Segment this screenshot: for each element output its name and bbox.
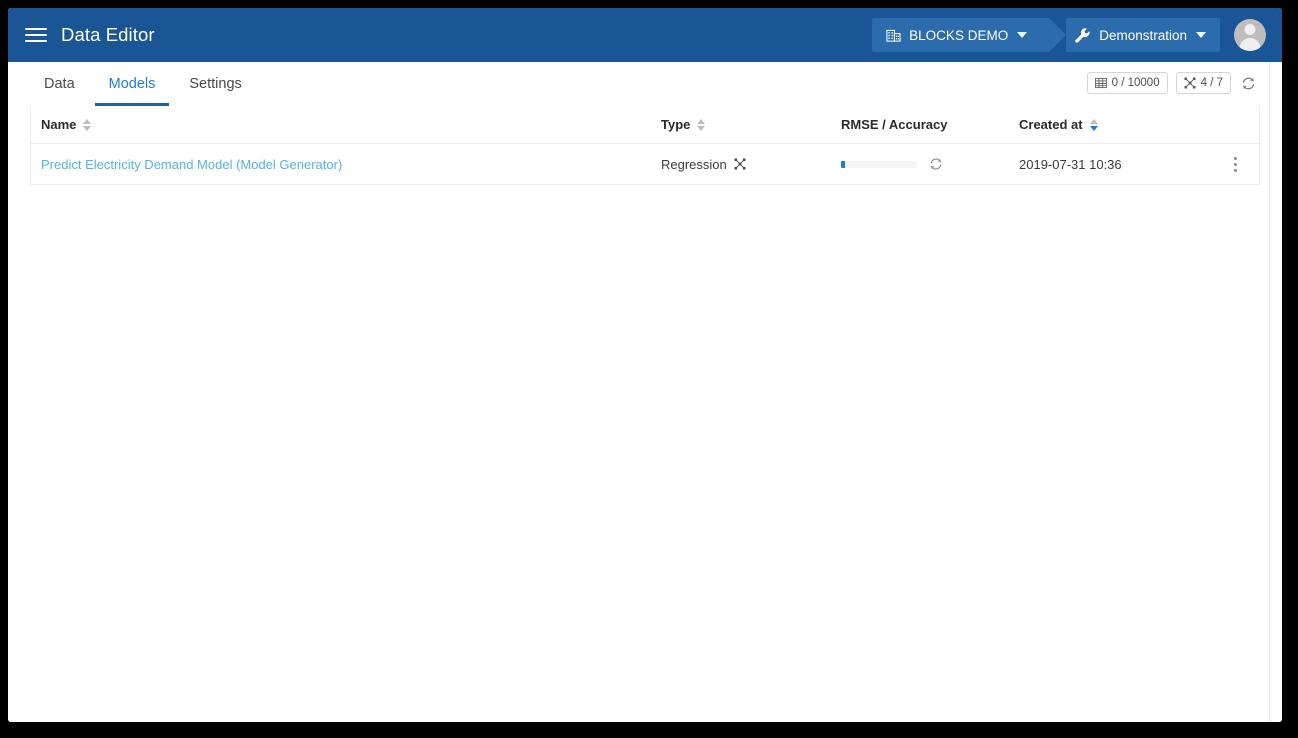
cell-rmse-accuracy bbox=[841, 157, 1019, 171]
kebab-dot bbox=[1233, 156, 1237, 160]
cell-name: Predict Electricity Demand Model (Model … bbox=[41, 157, 661, 172]
sort-icon-active-desc[interactable] bbox=[1089, 118, 1098, 131]
tab-data[interactable]: Data bbox=[30, 76, 89, 106]
app-header-bar: Data Editor BLOCKS DEMO Demonstration bbox=[8, 8, 1282, 62]
table-grid-icon bbox=[1094, 77, 1107, 89]
cell-actions bbox=[1219, 153, 1249, 175]
column-header-created-at[interactable]: Created at bbox=[1019, 117, 1219, 132]
breadcrumb-environment-selector[interactable]: Demonstration bbox=[1066, 18, 1220, 52]
column-header-created-at-label: Created at bbox=[1019, 117, 1083, 132]
column-header-name-label: Name bbox=[41, 117, 77, 132]
progress-bar-fill bbox=[841, 160, 845, 168]
progress-bar-track bbox=[841, 160, 917, 168]
column-header-type[interactable]: Type bbox=[661, 117, 841, 132]
breadcrumb: BLOCKS DEMO Demonstration bbox=[872, 18, 1220, 52]
column-header-rmse-accuracy-label: RMSE / Accuracy bbox=[841, 117, 948, 132]
sort-desc-arrow bbox=[1089, 125, 1098, 131]
column-header-rmse-accuracy: RMSE / Accuracy bbox=[841, 117, 1019, 132]
sort-icon[interactable] bbox=[83, 118, 92, 131]
application-window: Data Editor BLOCKS DEMO Demonstration Da… bbox=[8, 8, 1282, 722]
hamburger-line bbox=[25, 40, 47, 42]
model-name-link[interactable]: Predict Electricity Demand Model (Model … bbox=[41, 157, 342, 172]
cell-created-at: 2019-07-31 10:36 bbox=[1019, 156, 1122, 172]
breadcrumb-environment-label: Demonstration bbox=[1099, 27, 1187, 43]
kebab-dot bbox=[1233, 168, 1237, 172]
breadcrumb-project-selector[interactable]: BLOCKS DEMO bbox=[872, 18, 1067, 52]
refresh-icon[interactable] bbox=[929, 157, 943, 171]
content-right-divider bbox=[1269, 62, 1270, 722]
sort-desc-arrow bbox=[83, 125, 92, 131]
refresh-icon[interactable] bbox=[1241, 76, 1256, 91]
model-nodes-icon bbox=[734, 158, 746, 170]
column-header-name[interactable]: Name bbox=[41, 117, 661, 132]
tab-settings[interactable]: Settings bbox=[175, 76, 255, 106]
kebab-dot bbox=[1233, 162, 1237, 166]
user-avatar-icon[interactable] bbox=[1234, 19, 1266, 51]
sort-asc-arrow bbox=[83, 118, 92, 124]
models-table: Name Type RMSE / Accuracy Created at Pre… bbox=[30, 106, 1260, 185]
chevron-down-icon bbox=[1017, 32, 1028, 38]
sort-icon[interactable] bbox=[697, 118, 706, 131]
hamburger-line bbox=[25, 28, 47, 30]
breadcrumb-project-label: BLOCKS DEMO bbox=[909, 27, 1009, 43]
content-area: Data Models Settings 0 / 10000 4 / 7 Nam… bbox=[8, 62, 1282, 722]
training-progress bbox=[841, 157, 943, 171]
tab-models[interactable]: Models bbox=[94, 76, 170, 106]
avatar-head bbox=[1244, 24, 1256, 35]
cell-type: Regression bbox=[661, 157, 841, 172]
hamburger-line bbox=[25, 34, 47, 36]
avatar-body bbox=[1239, 38, 1261, 51]
content-meta-group: 0 / 10000 4 / 7 bbox=[1079, 70, 1256, 96]
rows-count-label: 0 / 10000 bbox=[1111, 77, 1160, 89]
chevron-down-icon bbox=[1196, 32, 1206, 38]
app-title: Data Editor bbox=[61, 24, 155, 45]
table-row: Predict Electricity Demand Model (Model … bbox=[31, 144, 1259, 185]
sort-desc-arrow bbox=[697, 125, 706, 131]
model-type-label: Regression bbox=[661, 156, 727, 172]
column-header-type-label: Type bbox=[661, 117, 691, 132]
rows-count-chip[interactable]: 0 / 10000 bbox=[1086, 72, 1168, 94]
kebab-menu-icon[interactable] bbox=[1225, 153, 1245, 175]
models-count-chip[interactable]: 4 / 7 bbox=[1175, 72, 1231, 94]
sort-asc-arrow bbox=[1089, 118, 1098, 124]
model-nodes-icon bbox=[1184, 77, 1196, 89]
building-icon bbox=[886, 28, 901, 43]
wrench-icon bbox=[1074, 27, 1091, 44]
app-header-right-group: BLOCKS DEMO Demonstration bbox=[872, 8, 1282, 62]
models-count-label: 4 / 7 bbox=[1200, 77, 1223, 89]
table-header-row: Name Type RMSE / Accuracy Created at bbox=[31, 106, 1259, 144]
hamburger-menu-icon[interactable] bbox=[25, 26, 47, 44]
sort-asc-arrow bbox=[697, 118, 706, 124]
